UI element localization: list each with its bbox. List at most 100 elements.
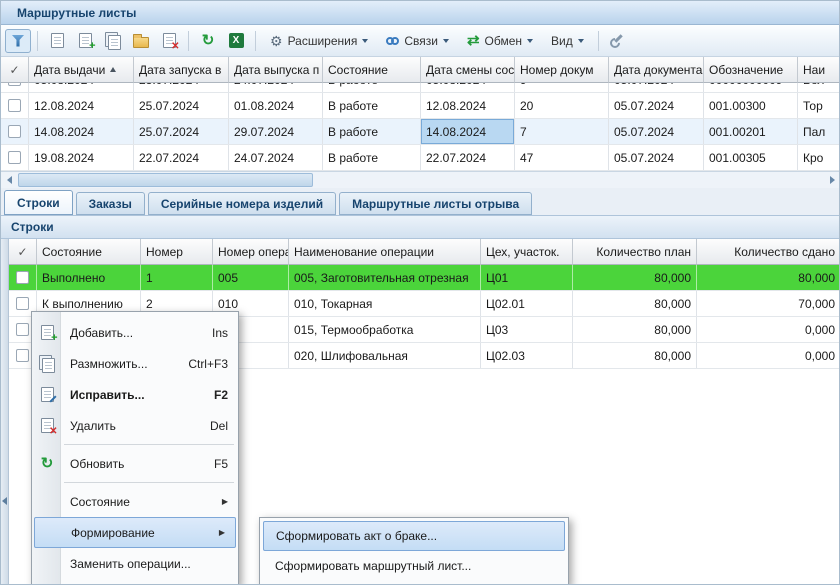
partially-visible-row[interactable]: 05.08.2024 23.07.2024 24.07.2024 В работ… <box>1 83 840 93</box>
menu-item-generate-route-sheet[interactable]: Сформировать маршрутный лист... <box>263 551 565 581</box>
route-sheets-grid: ✓ Дата выдачи Дата запуска в Дата выпуск… <box>1 57 840 171</box>
column-header-label: Количество сдано <box>734 245 835 259</box>
links-dropdown[interactable]: Связи <box>378 29 457 53</box>
column-header-date-state-change[interactable]: Дата смены сос <box>421 57 515 83</box>
collapse-splitter[interactable] <box>1 239 9 585</box>
duplicate-document-icon <box>42 358 55 373</box>
row-checkbox[interactable] <box>16 323 29 336</box>
filter-button[interactable] <box>5 29 31 53</box>
tab-serial-numbers[interactable]: Серийные номера изделий <box>148 192 336 215</box>
delete-document-button[interactable]: ✕ <box>156 29 182 53</box>
toolbar-separator <box>188 31 189 51</box>
menu-item-shortcut: Del <box>210 419 228 433</box>
tab-rows[interactable]: Строки <box>4 190 73 215</box>
menu-item-shortcut: Ctrl+F3 <box>188 357 228 371</box>
view-dropdown[interactable]: Вид <box>543 29 592 53</box>
scroll-left-button[interactable] <box>1 172 18 188</box>
horizontal-scrollbar[interactable] <box>1 171 840 188</box>
tab-orders[interactable]: Заказы <box>76 192 145 215</box>
column-header-doc-number[interactable]: Номер докум <box>515 57 609 83</box>
column-header-date-issued[interactable]: Дата выдачи <box>29 57 134 83</box>
new-document-button[interactable] <box>44 29 70 53</box>
column-header-qty-done[interactable]: Количество сдано <box>697 239 840 265</box>
duplicate-document-button[interactable] <box>100 29 126 53</box>
column-header-op-name[interactable]: Наименование операции <box>289 239 481 265</box>
cell: 25.07.2024 <box>134 93 229 118</box>
open-folder-button[interactable] <box>128 29 154 53</box>
column-header-op-code[interactable]: Номер опера <box>213 239 289 265</box>
view-label: Вид <box>551 34 573 48</box>
menu-item-shortcut: Ins <box>212 326 228 340</box>
cell: 9 <box>515 83 609 92</box>
scroll-right-button[interactable] <box>824 172 840 188</box>
menu-item-label: Обновить <box>70 457 124 471</box>
route-sheet-row[interactable]: 12.08.2024 25.07.2024 01.08.2024 В работ… <box>1 93 840 119</box>
menu-separator <box>64 479 234 486</box>
menu-separator <box>64 441 234 448</box>
row-checkbox[interactable] <box>16 297 29 310</box>
menu-item-edit[interactable]: Исправить... F2 <box>32 379 238 410</box>
excel-icon: X <box>229 33 244 48</box>
chevron-down-icon <box>527 39 533 43</box>
excel-export-button[interactable]: X <box>223 29 249 53</box>
operation-row-done[interactable]: Выполнено 1 005 005, Заготовительная отр… <box>9 265 840 291</box>
cell: 0,000 <box>697 343 840 368</box>
tab-label: Строки <box>17 196 60 210</box>
row-checkbox[interactable] <box>8 151 21 164</box>
exchange-icon: ⇄ <box>467 33 480 48</box>
row-checkbox[interactable] <box>8 99 21 112</box>
column-header-op-number[interactable]: Номер <box>141 239 213 265</box>
row-checkbox[interactable] <box>16 271 29 284</box>
menu-item-generation[interactable]: Формирование ▶ <box>34 517 236 548</box>
tab-tear-off-route-sheets[interactable]: Маршрутные листы отрыва <box>339 192 532 215</box>
column-header-state[interactable]: Состояние <box>323 57 421 83</box>
settings-wrench-button[interactable] <box>605 29 631 53</box>
row-checkbox[interactable] <box>8 83 21 86</box>
scrollbar-thumb[interactable] <box>18 173 313 187</box>
route-sheet-row-selected[interactable]: 14.08.2024 25.07.2024 29.07.2024 В работ… <box>1 119 840 145</box>
column-header-qty-plan[interactable]: Количество план <box>573 239 697 265</box>
menu-item-label: Сформировать маршрутный лист... <box>275 559 471 573</box>
cell: Вол <box>798 83 840 92</box>
links-label: Связи <box>404 34 438 48</box>
column-header-date-launch[interactable]: Дата запуска в <box>134 57 229 83</box>
menu-item-delete[interactable]: ✕ Удалить Del <box>32 410 238 441</box>
row-checkbox[interactable] <box>8 125 21 138</box>
route-sheet-row[interactable]: 19.08.2024 22.07.2024 24.07.2024 В работ… <box>1 145 840 171</box>
check-column-header[interactable]: ✓ <box>9 239 37 265</box>
cell: 7 <box>515 119 609 144</box>
exchange-dropdown[interactable]: ⇄ Обмен <box>459 29 541 53</box>
menu-item-label: Размножить... <box>70 357 148 371</box>
column-header-op-state[interactable]: Состояние <box>37 239 141 265</box>
submenu-arrow-icon: ▶ <box>222 497 228 506</box>
cell: Пал <box>798 119 840 144</box>
menu-item-duplicate[interactable]: Размножить... Ctrl+F3 <box>32 348 238 379</box>
refresh-button[interactable]: ↻ <box>195 29 221 53</box>
menu-item-label: Удалить <box>70 419 116 433</box>
row-checkbox[interactable] <box>16 349 29 362</box>
refresh-icon: ↻ <box>202 33 215 48</box>
collapse-arrow-icon <box>2 497 7 505</box>
column-header-label: Дата запуска в <box>139 63 221 77</box>
extensions-dropdown[interactable]: ⚙ Расширения <box>262 29 376 53</box>
column-header-date-release[interactable]: Дата выпуска п <box>229 57 323 83</box>
menu-item-add[interactable]: + Добавить... Ins <box>32 317 238 348</box>
column-header-doc-date[interactable]: Дата документа <box>609 57 704 83</box>
grid-header-row: ✓ Дата выдачи Дата запуска в Дата выпуск… <box>1 57 840 83</box>
cell: Тор <box>798 93 840 118</box>
menu-item-refresh[interactable]: ↻ Обновить F5 <box>32 448 238 479</box>
column-header-label: Состояние <box>328 63 388 77</box>
add-document-button[interactable]: + <box>72 29 98 53</box>
check-column-header[interactable]: ✓ <box>1 57 29 83</box>
menu-item-state[interactable]: Состояние ▶ <box>32 486 238 517</box>
column-header-label: Количество план <box>596 245 691 259</box>
menu-item-generate-defect-act[interactable]: Сформировать акт о браке... <box>263 521 565 551</box>
state-cell: Выполнено <box>37 265 141 290</box>
column-header-workshop[interactable]: Цех, участок. <box>481 239 573 265</box>
column-header-label: Дата выдачи <box>34 63 105 77</box>
column-header-name[interactable]: Наи <box>798 57 840 83</box>
column-header-designation[interactable]: Обозначение <box>704 57 798 83</box>
menu-item-replace-operations[interactable]: Заменить операции... <box>32 548 238 579</box>
cell: Ц02.01 <box>481 291 573 316</box>
cell: 12.08.2024 <box>421 93 515 118</box>
